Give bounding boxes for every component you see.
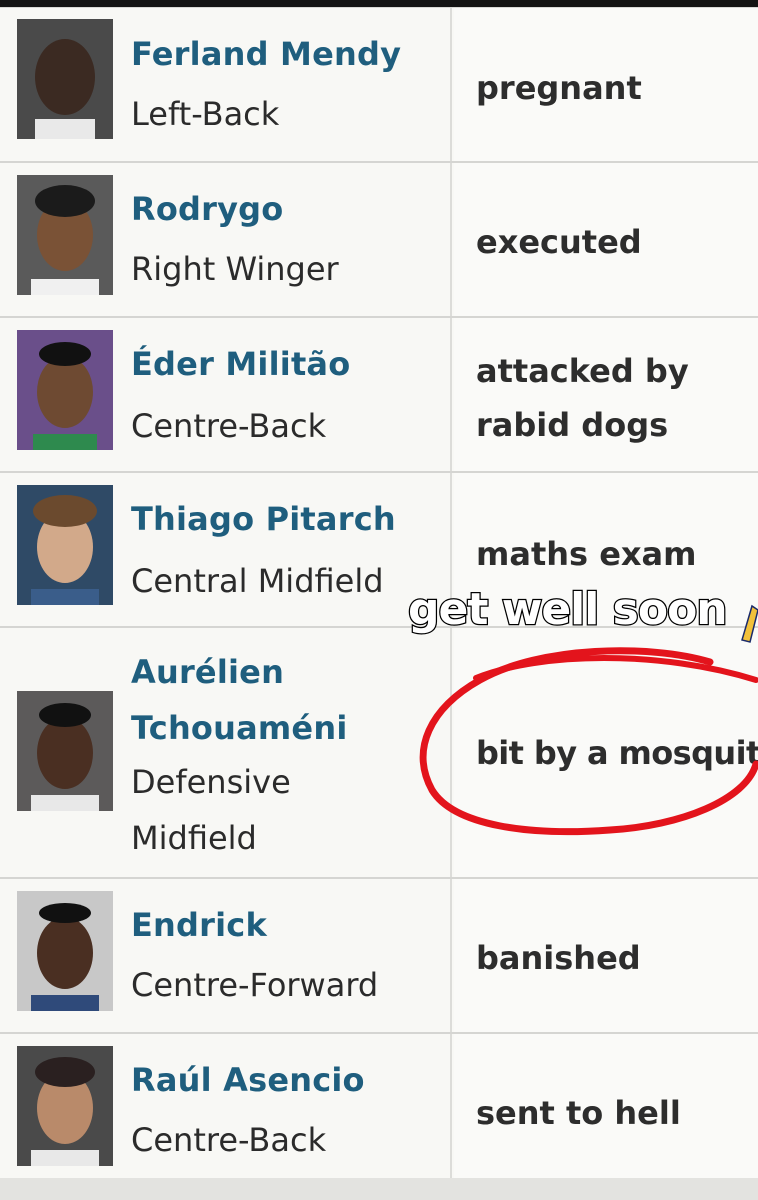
player-position: Centre-Back: [131, 407, 327, 445]
player-cell: Raúl Asencio Centre-Back: [0, 1034, 452, 1189]
player-cell: Thiago Pitarch Central Midfield: [0, 473, 452, 626]
player-cell: Aurélien Tchouaméni Defensive Midfield: [0, 628, 452, 877]
top-bar: [0, 0, 758, 7]
status-text: maths exam: [476, 535, 697, 573]
status-cell: executed: [454, 163, 758, 316]
red-circle-annotation: [419, 647, 758, 836]
player-photo: [17, 1046, 113, 1166]
status-cell: sent to hell: [454, 1034, 758, 1189]
player-position: Centre-Forward: [131, 966, 379, 1004]
player-name[interactable]: Éder Militão: [131, 348, 350, 380]
get-well-soon-caption: get well soon: [407, 584, 729, 635]
player-cell: Ferland Mendy Left-Back: [0, 8, 452, 161]
praying-hands-icon: [738, 600, 758, 644]
player-position: Central Midfield: [131, 562, 384, 600]
player-name[interactable]: Ferland Mendy: [131, 38, 401, 70]
status-text: executed: [476, 223, 642, 261]
player-photo: [17, 330, 113, 450]
status-cell: pregnant: [454, 8, 758, 161]
table-row[interactable]: Raúl Asencio Centre-Back sent to hell: [0, 1034, 758, 1189]
player-cell: Rodrygo Right Winger: [0, 163, 452, 316]
player-name[interactable]: Rodrygo: [131, 193, 283, 225]
player-photo: [17, 691, 113, 811]
player-photo: [17, 175, 113, 295]
player-name[interactable]: Endrick: [131, 909, 267, 941]
bottom-bar: [0, 1178, 758, 1200]
table-row[interactable]: Rodrygo Right Winger executed: [0, 163, 758, 318]
status-cell: attacked by rabid dogs: [454, 318, 758, 471]
player-name-line-2[interactable]: Tchouaméni: [131, 712, 347, 744]
table-row[interactable]: Ferland Mendy Left-Back pregnant: [0, 8, 758, 163]
player-cell: Endrick Centre-Forward: [0, 879, 452, 1032]
status-text-line-1: attacked by: [476, 352, 689, 390]
player-position-line-1: Defensive: [131, 763, 291, 801]
player-position: Left-Back: [131, 95, 280, 133]
player-position-line-2: Midfield: [131, 819, 257, 857]
player-name-line-1[interactable]: Aurélien: [131, 656, 284, 688]
status-text-line-2: rabid dogs: [476, 406, 669, 444]
status-text: pregnant: [476, 69, 642, 107]
player-photo: [17, 485, 113, 605]
table-row[interactable]: Éder Militão Centre-Back attacked by rab…: [0, 318, 758, 473]
table-row[interactable]: Endrick Centre-Forward banished: [0, 879, 758, 1034]
player-name[interactable]: Thiago Pitarch: [131, 503, 396, 535]
player-photo: [17, 19, 113, 139]
player-position: Right Winger: [131, 250, 339, 288]
status-text: banished: [476, 939, 641, 977]
status-text: sent to hell: [476, 1094, 681, 1132]
status-cell: banished: [454, 879, 758, 1032]
player-cell: Éder Militão Centre-Back: [0, 318, 452, 471]
player-photo: [17, 891, 113, 1011]
player-name[interactable]: Raúl Asencio: [131, 1064, 365, 1096]
player-position: Centre-Back: [131, 1121, 327, 1159]
